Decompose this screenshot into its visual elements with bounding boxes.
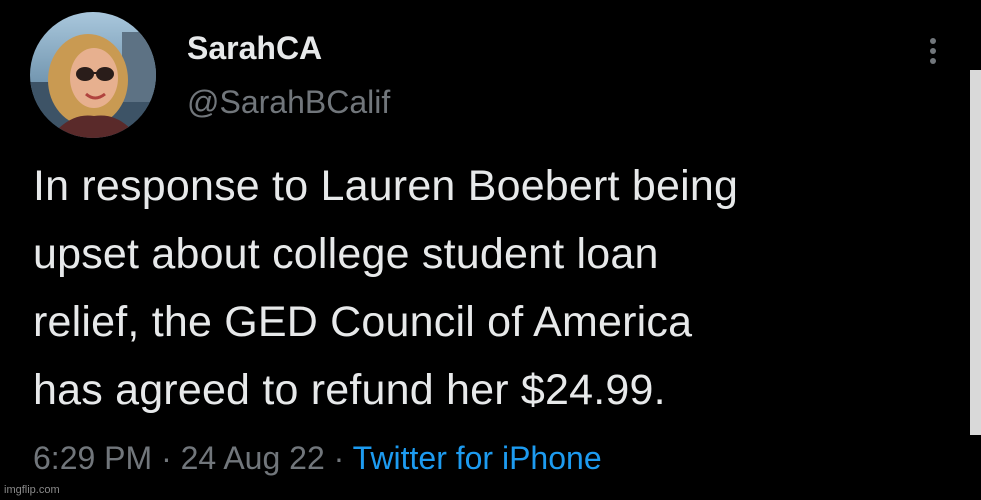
separator: · [161, 440, 172, 476]
author-handle[interactable]: @SarahBCalif [187, 84, 390, 121]
avatar-photo [30, 12, 156, 138]
tweet-source-link[interactable]: Twitter for iPhone [353, 440, 602, 476]
tweet-text-line: has agreed to refund her $24.99. [33, 366, 666, 414]
tweet-metadata: 6:29 PM · 24 Aug 22 · Twitter for iPhone [33, 440, 602, 477]
tweet-text-line: relief, the GED Council of America [33, 298, 693, 346]
separator: · [333, 440, 345, 476]
watermark: imgflip.com [4, 484, 60, 496]
author-display-name[interactable]: SarahCA [187, 30, 322, 67]
scrollbar[interactable] [970, 70, 981, 435]
tweet-text-line: In response to Lauren Boebert being [33, 162, 739, 210]
tweet-text: In response to Lauren Boebert being upse… [33, 152, 963, 424]
tweet-date[interactable]: 24 Aug 22 [181, 440, 325, 476]
avatar[interactable] [30, 12, 156, 138]
tweet-time[interactable]: 6:29 PM [33, 440, 152, 476]
more-vertical-icon[interactable] [921, 34, 945, 70]
tweet-text-line: upset about college student loan [33, 230, 659, 278]
